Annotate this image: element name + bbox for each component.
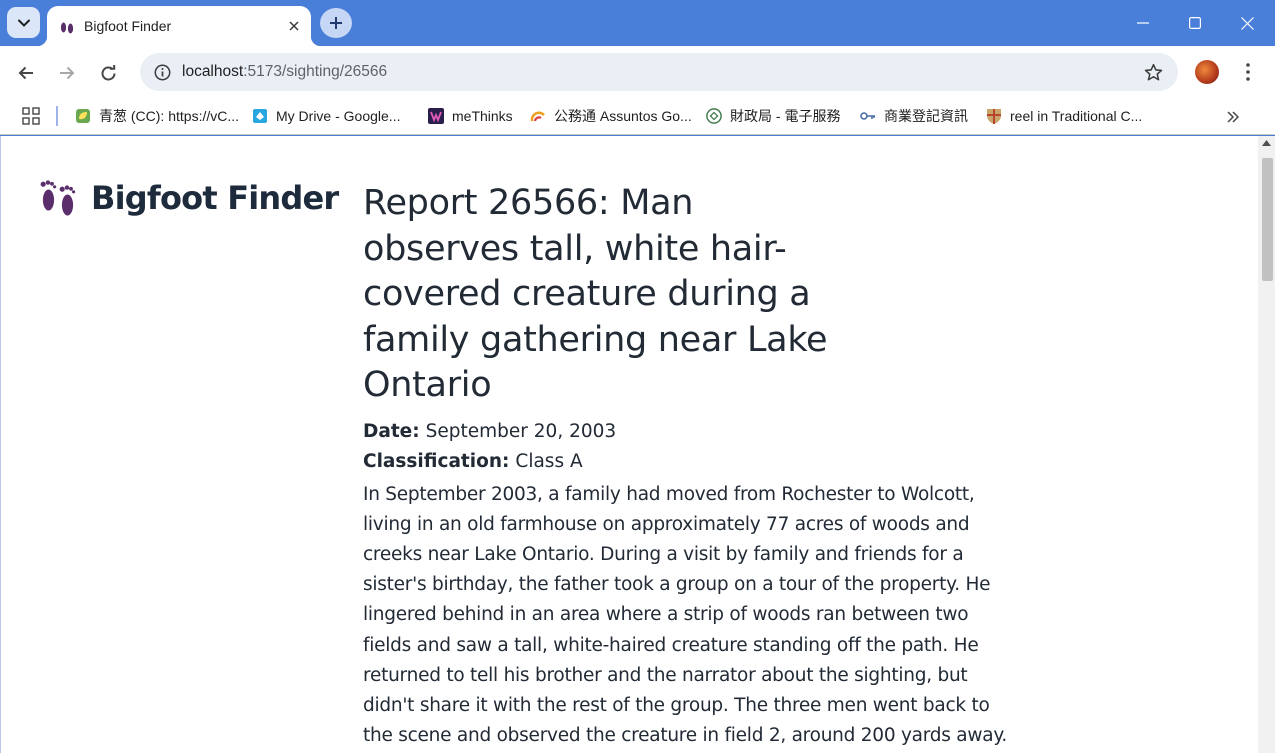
browser-tab[interactable]: Bigfoot Finder [37,6,321,46]
bookmark-item[interactable]: My Drive - Google... [252,104,400,128]
arrow-right-icon [60,66,75,80]
report-content: Report 26566: Man observes tall, white h… [363,181,1013,753]
shield-icon [986,108,1002,124]
browser-toolbar: localhost:5173/sighting/26566 [0,46,1275,98]
scroll-up-arrow-icon[interactable] [1258,140,1275,154]
bookmark-star-icon[interactable] [1142,61,1164,83]
bookmark-item[interactable]: 公務通 Assuntos Go... [530,104,692,128]
methinks-icon [428,108,444,124]
reload-icon [101,64,115,80]
bookmark-label: 公務通 Assuntos Go... [554,108,692,124]
report-description: In September 2003, a family had moved fr… [363,483,1008,747]
bookmark-item[interactable]: 財政局 - 電子服務 [706,104,840,128]
reload-button[interactable] [91,56,125,90]
arrow-left-icon [18,66,33,80]
new-tab-button[interactable] [320,8,352,38]
double-chevron-right-icon [1227,111,1239,123]
chevron-down-icon [17,19,30,27]
gov-icon [530,108,546,124]
cc-leaf-icon [75,108,91,124]
scrollbar-thumb[interactable] [1262,158,1273,281]
classification-value: Class A [515,450,583,472]
minimize-button[interactable] [1117,0,1169,46]
profile-avatar[interactable] [1195,60,1219,84]
drive-icon [252,108,268,124]
bookmark-item[interactable]: 商業登記資訊 [860,104,968,128]
bookmark-label: reel in Traditional C... [1010,108,1143,124]
url-path: :5173/sighting/26566 [243,63,388,80]
page-scrollbar[interactable] [1258,136,1275,753]
bookmark-label: meThinks [452,108,513,124]
back-button[interactable] [9,56,43,90]
date-value: September 20, 2003 [425,420,617,442]
maximize-icon [1189,17,1201,29]
url-text[interactable]: localhost:5173/sighting/26566 [182,63,387,81]
close-icon [1240,16,1254,30]
browser-menu-button[interactable] [1236,58,1260,86]
bookmark-label: 青葱 (CC): https://vC... [99,108,240,124]
minimize-icon [1137,22,1149,24]
report-title: Report 26566: Man observes tall, white h… [363,183,828,405]
bookmark-item[interactable]: 青葱 (CC): https://vC... [75,104,239,128]
tab-title: Bigfoot Finder [84,18,172,34]
address-bar[interactable]: localhost:5173/sighting/26566 [140,53,1178,91]
bookmarks-bar: 青葱 (CC): https://vC... My Drive - Google… [0,98,1275,135]
date-label: Date: [363,420,420,442]
bookmark-label: My Drive - Google... [276,108,401,124]
tab-strip: Bigfoot Finder [0,0,1275,46]
bookmark-label: 商業登記資訊 [884,108,968,124]
tab-close-icon[interactable] [284,16,304,36]
plus-icon [330,17,342,29]
tab-search-button[interactable] [7,7,40,38]
bookmarks-separator [56,106,58,126]
apps-grid-icon[interactable] [22,107,40,125]
site-brand[interactable]: Bigfoot Finder [39,178,339,218]
forward-button[interactable] [50,56,84,90]
site-info-icon[interactable] [148,58,176,86]
close-window-button[interactable] [1221,0,1273,46]
bookmark-label: 財政局 - 電子服務 [730,108,841,124]
site-title: Bigfoot Finder [91,179,339,217]
bookmark-item[interactable]: reel in Traditional C... [986,104,1142,128]
more-bookmarks-button[interactable] [1222,106,1244,128]
maximize-button[interactable] [1169,0,1221,46]
footprints-icon [40,180,76,216]
footprints-icon [59,18,75,34]
report-classification: Classification: Class A [363,447,1013,477]
bookmark-item[interactable]: meThinks [428,104,513,128]
key-icon [860,108,876,124]
classification-label: Classification: [363,450,510,472]
report-meta: Date: September 20, 2003 Classification:… [363,417,1013,477]
url-host: localhost [182,63,244,80]
kebab-menu-icon [1246,63,1250,81]
report-date: Date: September 20, 2003 [363,417,1013,447]
dsf-icon [706,108,722,124]
page-viewport: Bigfoot Finder Report 26566: Man observe… [0,136,1275,753]
